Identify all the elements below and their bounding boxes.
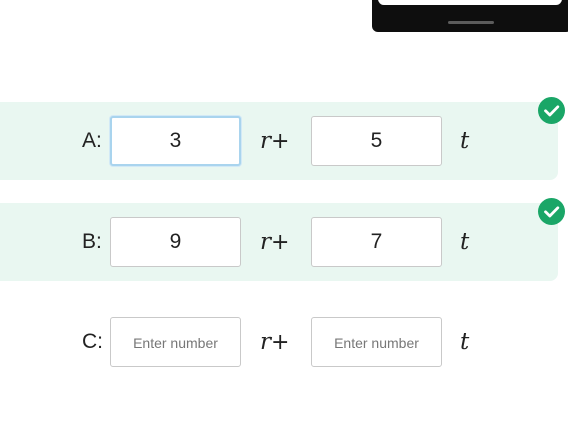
- answer-row-c: C: r+ t: [0, 303, 558, 381]
- check-circle-icon: [538, 198, 565, 225]
- row-label: B:: [82, 230, 102, 253]
- variable-r-plus: r+: [260, 327, 289, 358]
- variable-r-plus: r+: [260, 126, 289, 157]
- plus-operator: +: [271, 230, 290, 255]
- answer-row-a: A: r+ t: [0, 97, 565, 180]
- device-frame-fragment: [372, 0, 568, 32]
- answer-page: A: r+ t B: r+ t C: r+ t: [0, 0, 568, 421]
- coefficient-r-input[interactable]: [110, 317, 241, 367]
- variable-r: r: [260, 229, 271, 255]
- row-label: A:: [82, 129, 102, 152]
- coefficient-t-input[interactable]: [311, 317, 442, 367]
- variable-t: t: [460, 128, 470, 154]
- coefficient-t-input[interactable]: [311, 116, 442, 166]
- variable-r: r: [260, 329, 271, 355]
- plus-operator: +: [271, 330, 290, 355]
- variable-t: t: [460, 229, 470, 255]
- variable-r: r: [260, 128, 271, 154]
- coefficient-t-input[interactable]: [311, 217, 442, 267]
- row-label: C:: [82, 330, 103, 353]
- plus-operator: +: [271, 129, 290, 154]
- coefficient-r-input[interactable]: [110, 217, 241, 267]
- home-indicator-bar: [448, 21, 494, 24]
- device-screen: [378, 0, 562, 5]
- variable-t: t: [460, 329, 470, 355]
- answer-row-b: B: r+ t: [0, 198, 565, 281]
- variable-r-plus: r+: [260, 227, 289, 258]
- coefficient-r-input[interactable]: [110, 116, 241, 166]
- check-circle-icon: [538, 97, 565, 124]
